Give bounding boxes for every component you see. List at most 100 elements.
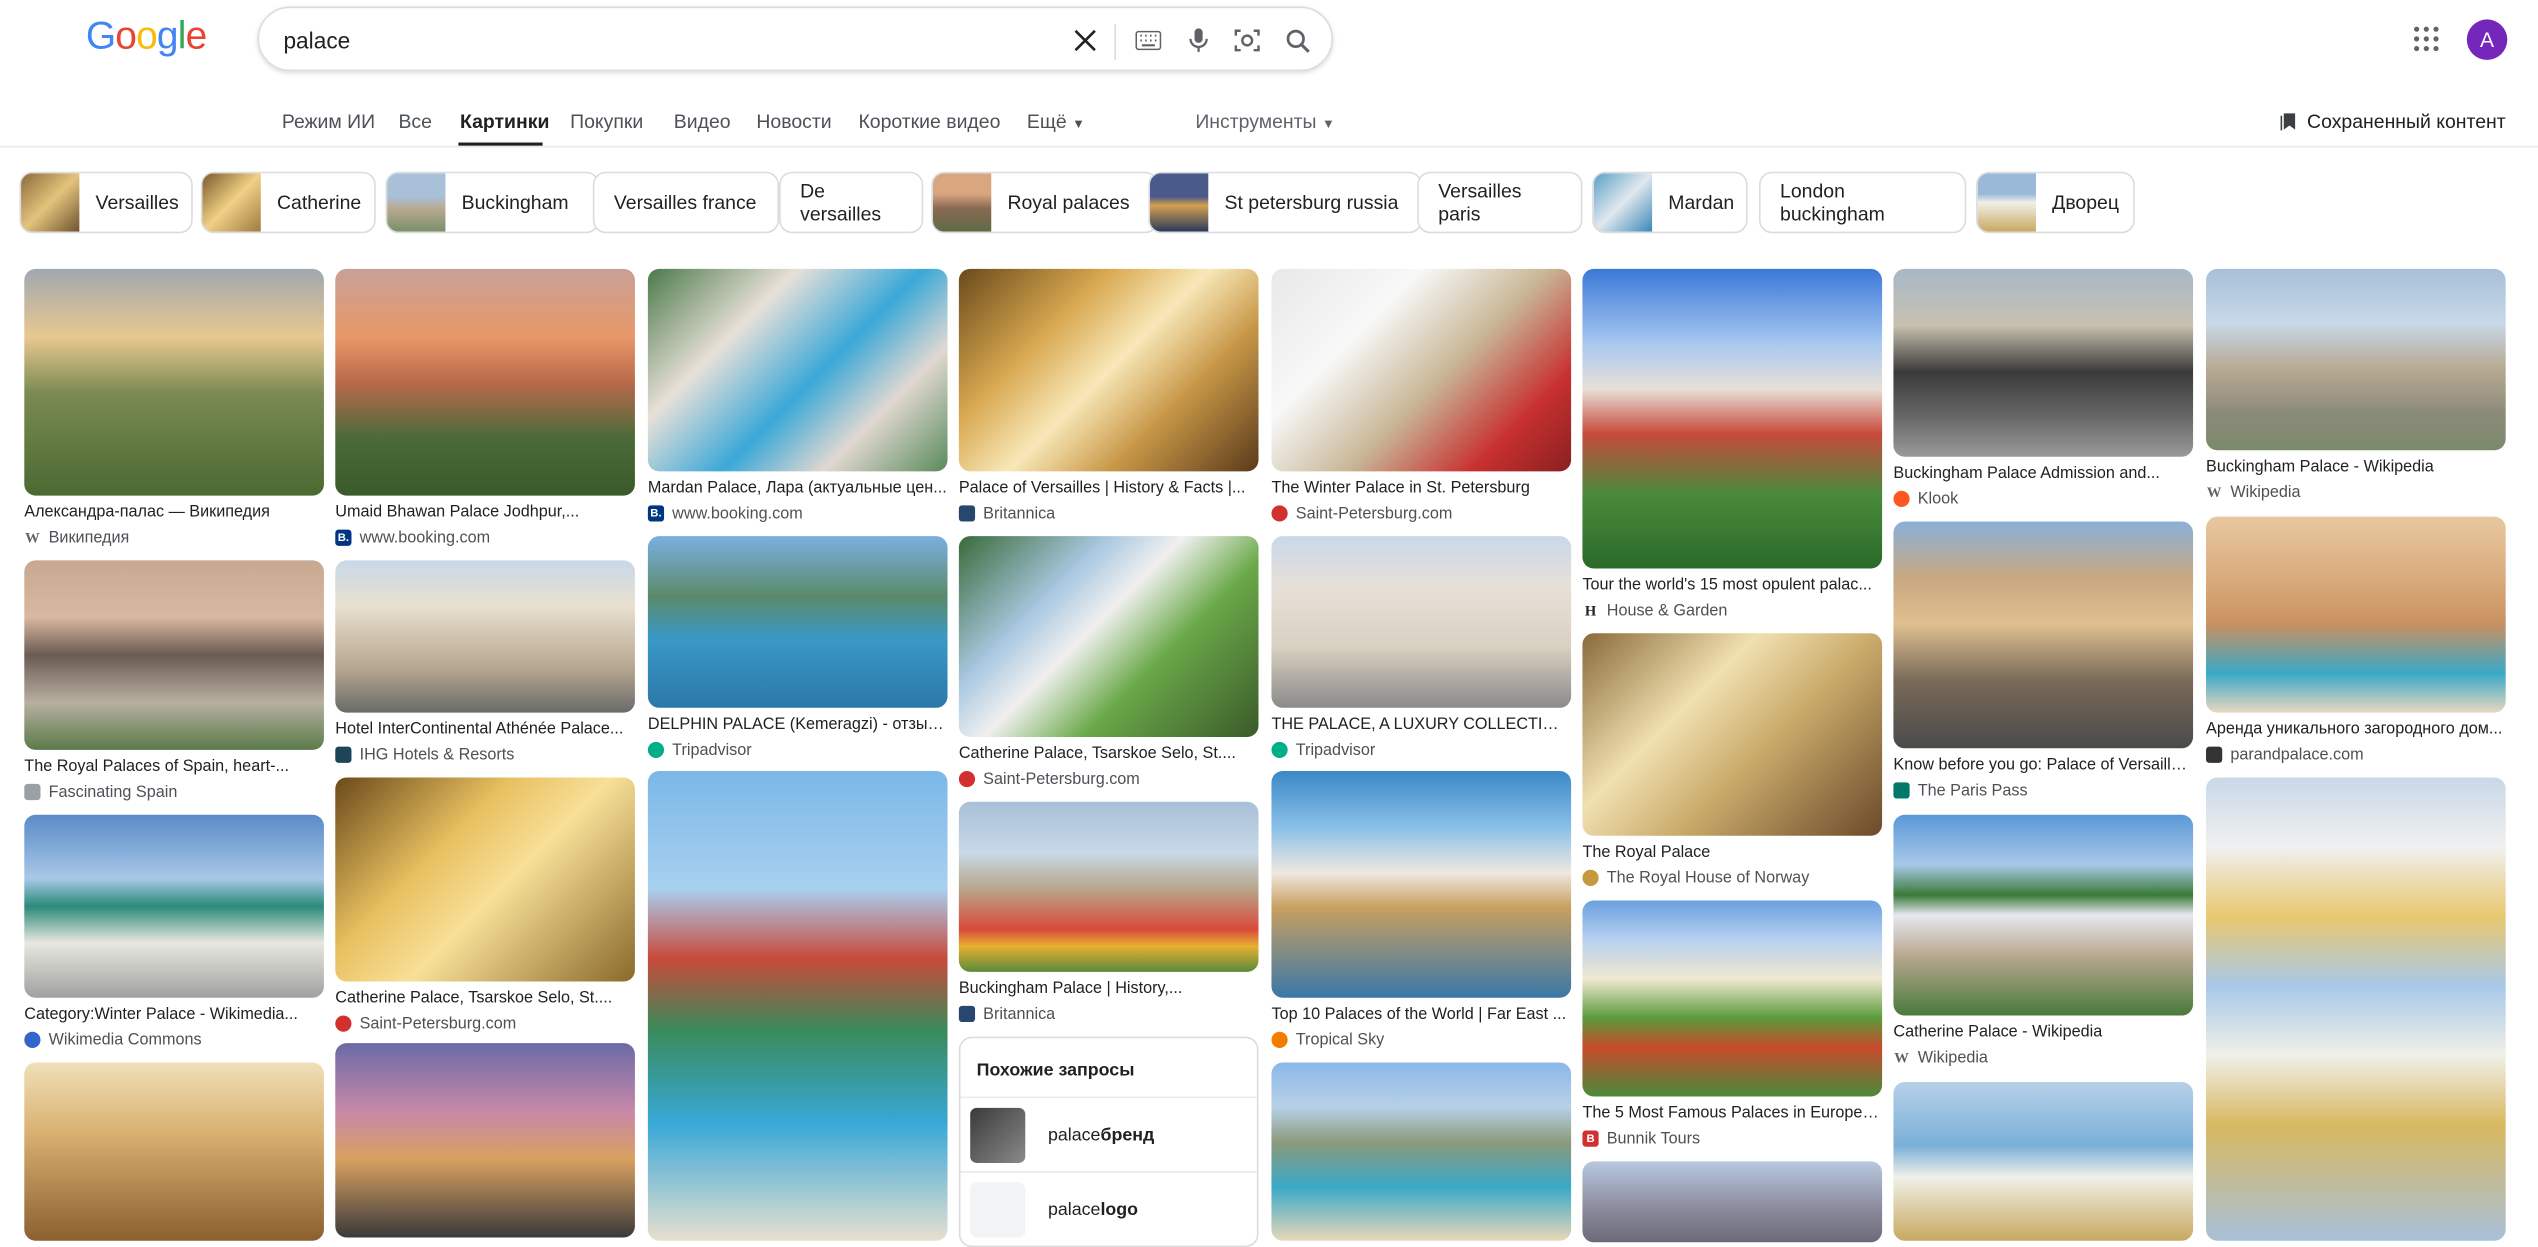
result-thumbnail[interactable] [24, 1062, 324, 1241]
image-result[interactable]: Know before you go: Palace of Versaille.… [1893, 521, 2194, 801]
image-result[interactable]: Tour the world's 15 most opulent palac..… [1582, 268, 1883, 620]
chip-dvorets[interactable]: Дворец [1976, 171, 2135, 234]
result-thumbnail[interactable] [1271, 268, 1572, 472]
image-result[interactable] [1893, 1081, 2194, 1241]
result-thumbnail[interactable] [1893, 814, 2194, 1016]
result-thumbnail[interactable] [24, 560, 324, 750]
search-icon[interactable] [1281, 24, 1313, 56]
keyboard-icon[interactable] [1132, 24, 1164, 56]
result-thumbnail[interactable] [24, 814, 324, 998]
result-title[interactable]: Category:Winter Palace - Wikimedia... [24, 1006, 324, 1025]
result-source[interactable]: Saint-Petersburg.com [958, 769, 1259, 788]
chip-royal-palaces[interactable]: Royal palaces [931, 171, 1159, 234]
image-result[interactable]: The 5 Most Famous Palaces in Europe |...… [1582, 900, 1883, 1149]
result-thumbnail[interactable] [1271, 1062, 1572, 1241]
search-box[interactable]: palace [257, 6, 1334, 72]
result-source[interactable]: B. www.booking.com [647, 504, 948, 523]
image-result[interactable] [1582, 1161, 1883, 1243]
chip-catherine[interactable]: Catherine [200, 171, 376, 234]
image-result[interactable]: Александра-палас — Википедия W Википедия [24, 268, 324, 548]
image-result[interactable]: The Winter Palace in St. Petersburg Sain… [1271, 268, 1572, 523]
result-thumbnail[interactable] [1582, 1161, 1883, 1243]
saved-content-button[interactable]: Сохраненный контент [2281, 110, 2506, 133]
image-result[interactable]: Top 10 Palaces of the World | Far East .… [1271, 770, 1572, 1050]
result-title[interactable]: The Royal Palaces of Spain, heart-... [24, 758, 324, 777]
image-result[interactable]: Catherine Palace, Tsarskoe Selo, St.... … [335, 777, 635, 1033]
result-source[interactable]: Britannica [958, 1004, 1259, 1023]
result-title[interactable]: Александра-палас — Википедия [24, 504, 324, 523]
clear-icon[interactable] [1069, 24, 1101, 56]
result-title[interactable]: Palace of Versailles | History & Facts |… [959, 479, 1259, 498]
result-thumbnail[interactable] [647, 268, 948, 472]
search-input[interactable]: palace [283, 28, 350, 54]
result-thumbnail[interactable] [1271, 770, 1572, 998]
image-result[interactable]: Category:Winter Palace - Wikimedia... Wi… [24, 814, 324, 1050]
result-title[interactable]: Catherine Palace - Wikipedia [1893, 1024, 2193, 1043]
image-result[interactable] [335, 1043, 635, 1238]
tools-button[interactable]: Инструменты ▼ [1195, 110, 1334, 133]
result-title[interactable]: Tour the world's 15 most opulent palac..… [1582, 577, 1882, 596]
result-title[interactable]: Buckingham Palace - Wikipedia [2206, 458, 2506, 477]
image-result[interactable]: The Royal Palaces of Spain, heart-... Fa… [24, 560, 324, 801]
result-source[interactable]: Britannica [958, 504, 1259, 523]
result-source[interactable]: H House & Garden [1582, 601, 1882, 620]
result-title[interactable]: Buckingham Palace | History,... [959, 980, 1259, 999]
result-title[interactable]: Know before you go: Palace of Versaille.… [1893, 756, 2193, 775]
result-title[interactable]: The Winter Palace in St. Petersburg [1271, 479, 1571, 498]
microphone-icon[interactable] [1182, 24, 1214, 56]
result-thumbnail[interactable] [1893, 521, 2194, 749]
result-thumbnail[interactable] [335, 1043, 635, 1238]
result-source[interactable]: Saint-Petersburg.com [335, 1014, 635, 1033]
chip-versailles-paris[interactable]: Versailles paris [1417, 171, 1583, 234]
result-source[interactable]: The Royal House of Norway [1582, 868, 1882, 887]
result-title[interactable]: Buckingham Palace Admission and... [1893, 465, 2193, 484]
result-title[interactable]: Аренда уникального загородного дом... [2206, 721, 2506, 740]
tab-ai-mode[interactable]: Режим ИИ [282, 110, 375, 133]
tab-all[interactable]: Все [398, 110, 432, 133]
result-source[interactable]: W Wikipedia [1893, 1048, 2193, 1067]
result-title[interactable]: Top 10 Palaces of the World | Far East .… [1271, 1006, 1571, 1025]
result-title[interactable]: Umaid Bhawan Palace Jodhpur,... [335, 504, 635, 523]
result-thumbnail[interactable] [335, 777, 635, 982]
apps-grid-icon[interactable] [2410, 23, 2442, 55]
chip-versailles[interactable]: Versailles [19, 171, 193, 234]
image-result[interactable] [647, 770, 948, 1241]
result-title[interactable]: Mardan Palace, Лара (актуальные цен... [648, 479, 948, 498]
result-thumbnail[interactable] [958, 536, 1259, 737]
image-result[interactable] [2206, 777, 2506, 1241]
image-result[interactable]: DELPHIN PALACE (Kemeragzi) - отзыв... Tr… [647, 536, 948, 760]
tab-news[interactable]: Новости [756, 110, 831, 133]
result-source[interactable]: W Википедия [24, 528, 324, 547]
result-source[interactable]: Fascinating Spain [24, 782, 324, 801]
image-result[interactable]: Palace of Versailles | History & Facts |… [958, 268, 1259, 523]
result-thumbnail[interactable] [958, 801, 1259, 972]
result-thumbnail[interactable] [1582, 633, 1883, 836]
image-result[interactable]: Аренда уникального загородного дом... pa… [2206, 516, 2506, 765]
result-source[interactable]: Tropical Sky [1271, 1030, 1571, 1049]
tab-videos[interactable]: Видео [674, 110, 731, 133]
image-result[interactable]: Mardan Palace, Лара (актуальные цен... B… [647, 268, 948, 523]
result-title[interactable]: Catherine Palace, Tsarskoe Selo, St.... [959, 745, 1259, 764]
image-result[interactable] [1271, 1062, 1572, 1241]
camera-search-icon[interactable] [1231, 24, 1263, 56]
chip-mardan[interactable]: Mardan [1592, 171, 1748, 234]
result-source[interactable]: Saint-Petersburg.com [1271, 504, 1571, 523]
chip-st-petersburg-russia[interactable]: St petersburg russia [1148, 171, 1423, 234]
chip-london-buckingham[interactable]: London buckingham [1758, 171, 1967, 234]
account-avatar[interactable]: A [2466, 19, 2508, 60]
image-result[interactable]: Catherine Palace, Tsarskoe Selo, St.... … [958, 536, 1259, 789]
result-source[interactable]: Tripadvisor [647, 740, 948, 759]
image-result[interactable]: Buckingham Palace Admission and... Klook [1893, 268, 2194, 509]
tab-shopping[interactable]: Покупки [570, 110, 643, 133]
chip-buckingham[interactable]: Buckingham [385, 171, 600, 234]
result-title[interactable]: The 5 Most Famous Palaces in Europe |... [1582, 1105, 1882, 1124]
result-title[interactable]: DELPHIN PALACE (Kemeragzi) - отзыв... [648, 716, 948, 735]
result-source[interactable]: B. www.booking.com [335, 528, 635, 547]
result-source[interactable]: The Paris Pass [1893, 781, 2193, 800]
tab-more[interactable]: Ещё ▼ [1027, 110, 1085, 133]
related-search-item[interactable]: palace logo [960, 1171, 1257, 1246]
image-result[interactable]: Buckingham Palace | History,... Britanni… [958, 801, 1259, 1024]
result-source[interactable]: Klook [1893, 489, 2193, 508]
result-thumbnail[interactable] [2206, 268, 2506, 451]
result-source[interactable]: B Bunnik Tours [1582, 1129, 1882, 1148]
